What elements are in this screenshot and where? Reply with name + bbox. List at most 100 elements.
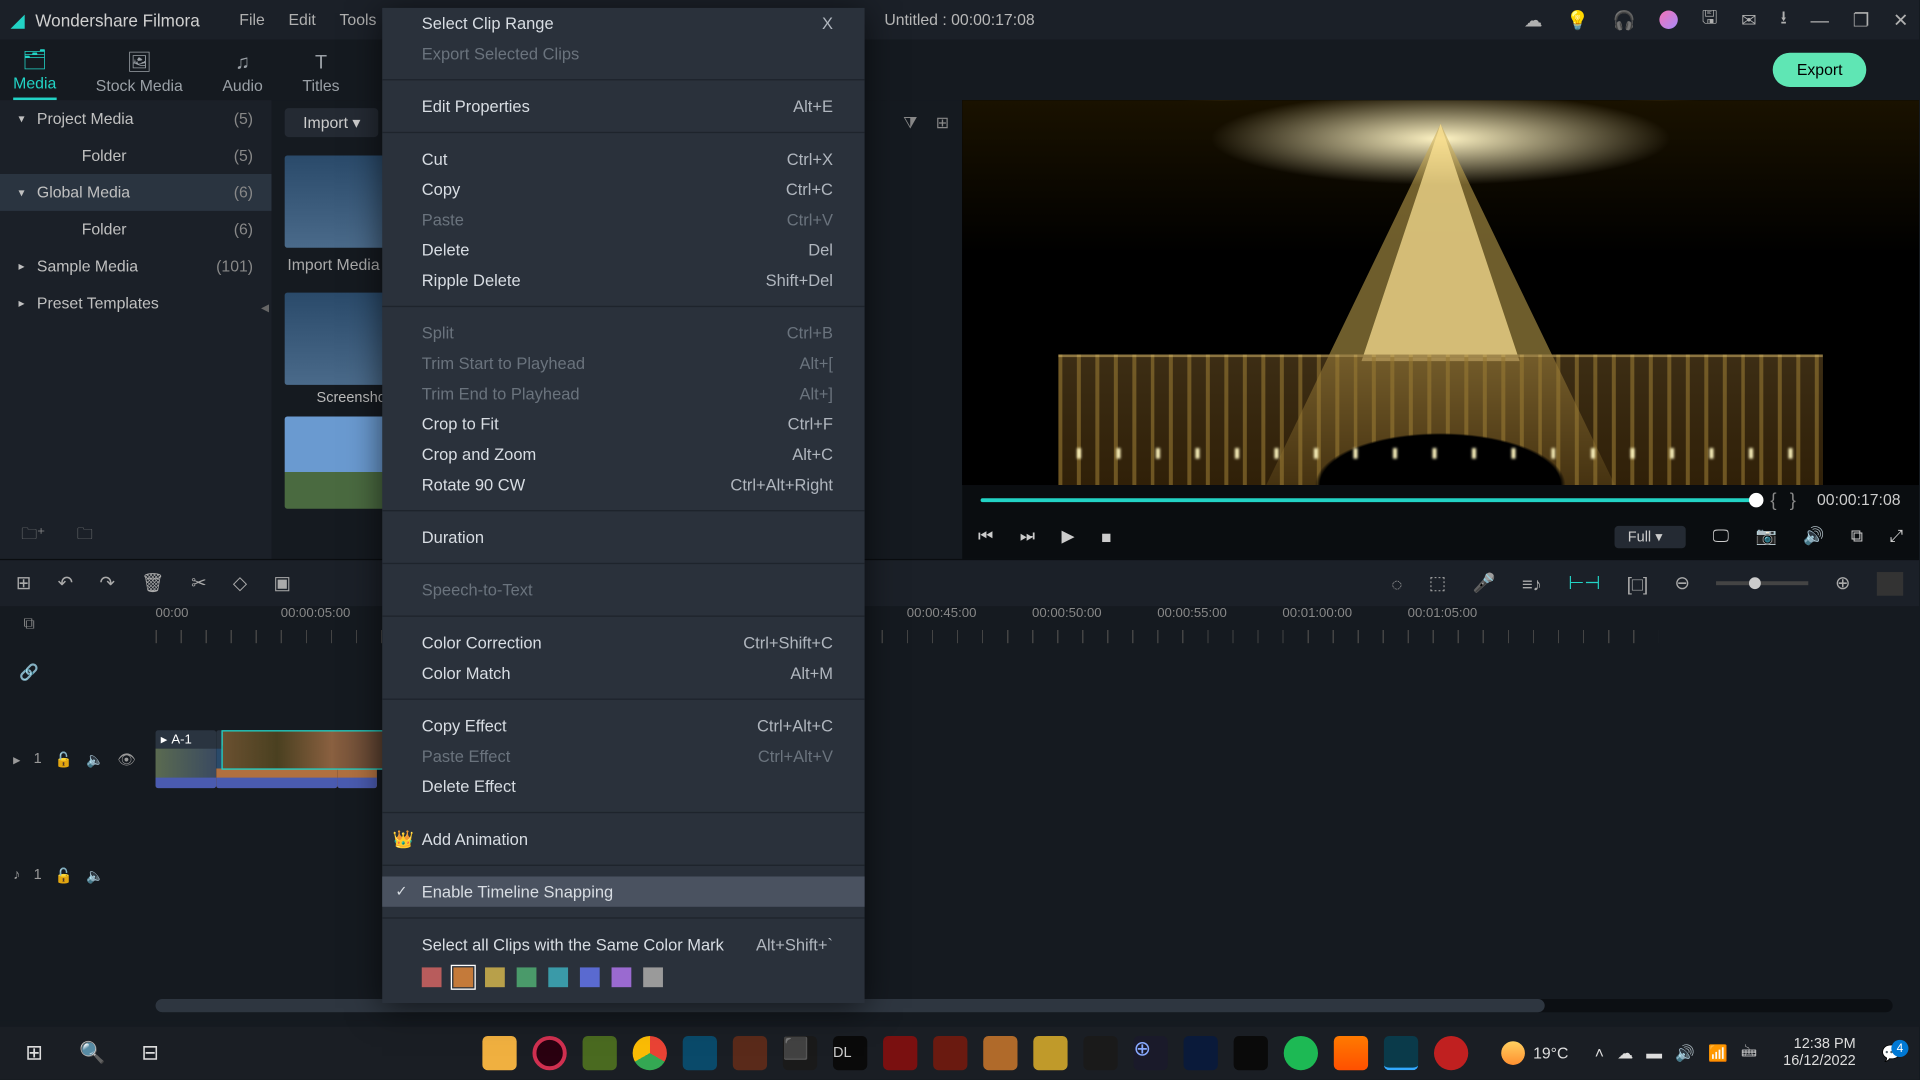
preview-zoom-select[interactable]: Full ▾ [1615, 525, 1687, 547]
support-icon[interactable]: 🎧 [1613, 9, 1636, 31]
color-swatch[interactable] [453, 967, 473, 987]
tray-wifi-icon[interactable]: 📶 [1708, 1044, 1728, 1062]
color-swatch[interactable] [485, 967, 505, 987]
lock-icon[interactable]: 🔓 [55, 751, 73, 768]
crop-icon[interactable]: ▣ [273, 572, 290, 594]
view-grid-icon[interactable]: ⊞ [936, 113, 949, 133]
taskbar-app[interactable] [978, 1027, 1023, 1080]
filter-icon[interactable]: ⧩ [903, 113, 917, 133]
color-swatch[interactable] [643, 967, 663, 987]
menu-item[interactable]: DeleteDel [382, 235, 864, 265]
sidebar-item[interactable]: ▾Project Media(5) [0, 100, 272, 137]
taskbar-app[interactable] [1078, 1027, 1123, 1080]
menu-item[interactable]: Color MatchAlt+M [382, 658, 864, 688]
zoom-in-button[interactable]: ⊕ [1835, 572, 1850, 594]
tab-media[interactable]: 🗂 Media [13, 47, 56, 100]
menu-item[interactable]: Crop to FitCtrl+F [382, 409, 864, 439]
import-dropdown[interactable]: Import ▾ [285, 108, 379, 137]
collapse-left-icon[interactable]: ◂ [261, 298, 269, 316]
new-folder-icon[interactable]: 🗀⁺ [21, 522, 45, 550]
sidebar-item[interactable]: Folder(5) [0, 137, 272, 174]
color-swatch[interactable] [422, 967, 442, 987]
track-manager-icon[interactable]: ⊞ [16, 572, 31, 594]
snapshot-icon[interactable]: 📷 [1755, 526, 1776, 547]
voiceover-icon[interactable]: 🎤 [1473, 572, 1496, 594]
link-clips-icon[interactable]: 🔗 [19, 663, 39, 681]
lock-icon[interactable]: 🔓 [55, 867, 73, 884]
timeline[interactable]: ⧉ 🔗 00:0000:00:05:0000:00:30:0000:00:35:… [0, 606, 1919, 1020]
taskbar-clock[interactable]: 12:38 PM 16/12/2022 [1773, 1036, 1867, 1071]
color-swatch[interactable] [548, 967, 568, 987]
export-button[interactable]: Export [1773, 53, 1866, 87]
sidebar-item[interactable]: ▾Global Media(6) [0, 174, 272, 211]
render-icon[interactable]: ◌ [1391, 573, 1402, 594]
notifications-button[interactable]: 💬 4 [1872, 1044, 1912, 1062]
timeline-clip[interactable]: ▸A-1 [156, 730, 217, 788]
playback-scrubber[interactable] [981, 498, 1758, 502]
menu-item[interactable]: Duration [382, 522, 864, 552]
taskbar-app-nvidia[interactable] [577, 1027, 622, 1080]
prev-frame-button[interactable]: ⏮ [978, 526, 993, 547]
open-folder-icon[interactable]: 🗀 [77, 522, 93, 550]
menu-file[interactable]: File [239, 11, 264, 29]
taskbar-app-explorer[interactable] [477, 1027, 522, 1080]
menu-item[interactable]: Delete Effect [382, 771, 864, 801]
volume-icon[interactable]: 🔊 [1803, 526, 1824, 547]
menu-item[interactable]: ✓Enable Timeline Snapping [382, 876, 864, 906]
taskbar-app-filmora[interactable] [1379, 1027, 1424, 1080]
tips-icon[interactable]: 💡 [1566, 9, 1589, 31]
taskbar-app[interactable]: ⊕ [1128, 1027, 1173, 1080]
window-minimize-button[interactable]: — [1811, 9, 1829, 30]
system-tray[interactable]: ˄ ☁ ▬ 🔊 📶 🖮 [1584, 1039, 1767, 1067]
tray-chevron-icon[interactable]: ˄ [1595, 1044, 1604, 1062]
taskbar-app[interactable] [728, 1027, 773, 1080]
time-ruler[interactable]: 00:0000:00:05:0000:00:30:0000:00:35:0000… [0, 606, 1919, 643]
play-button[interactable]: ▶ [1062, 526, 1075, 547]
display-icon[interactable]: 🖵 [1713, 526, 1730, 547]
menu-item[interactable]: CutCtrl+X [382, 144, 864, 174]
stop-button[interactable]: ■ [1101, 527, 1111, 547]
mark-icon[interactable]: ⬚ [1429, 572, 1446, 594]
menu-item[interactable]: Ripple DeleteShift+Del [382, 265, 864, 295]
sidebar-item[interactable]: Folder(6) [0, 211, 272, 248]
record-indicator[interactable] [1877, 571, 1903, 595]
timeline-clip-selected[interactable] [221, 730, 387, 770]
color-swatch[interactable] [517, 967, 537, 987]
redo-button[interactable]: ↷ [99, 572, 114, 594]
menu-item[interactable]: Copy EffectCtrl+Alt+C [382, 710, 864, 740]
visibility-icon[interactable]: 👁 [117, 751, 135, 768]
undo-button[interactable]: ↶ [58, 572, 73, 594]
tray-battery-icon[interactable]: ▬ [1646, 1044, 1662, 1062]
taskbar-app-opera[interactable] [527, 1027, 572, 1080]
menu-item[interactable]: Rotate 90 CWCtrl+Alt+Right [382, 469, 864, 499]
account-avatar-icon[interactable] [1660, 11, 1678, 29]
color-swatch[interactable] [612, 967, 632, 987]
menu-item[interactable]: 👑Add Animation [382, 824, 864, 854]
menu-item[interactable]: Edit PropertiesAlt+E [382, 91, 864, 121]
download-icon[interactable]: ⭳ [1780, 4, 1786, 36]
zoom-out-button[interactable]: ⊖ [1675, 572, 1690, 594]
mark-in-button[interactable]: { [1770, 489, 1776, 510]
task-view-button[interactable]: ⊟ [124, 1027, 177, 1080]
taskbar-app-chrome[interactable] [627, 1027, 672, 1080]
tray-onedrive-icon[interactable]: ☁ [1617, 1044, 1633, 1062]
tab-titles[interactable]: T Titles [302, 51, 339, 100]
menu-item[interactable]: CopyCtrl+C [382, 174, 864, 204]
menu-item[interactable]: Select all Clips with the Same Color Mar… [382, 929, 864, 959]
mute-icon[interactable]: 🔈 [86, 751, 104, 768]
menu-edit[interactable]: Edit [288, 11, 315, 29]
menu-item[interactable]: Crop and ZoomAlt+C [382, 439, 864, 469]
taskbar-app[interactable] [928, 1027, 973, 1080]
sidebar-item[interactable]: ▸Preset Templates [0, 285, 272, 322]
menu-item[interactable]: Color CorrectionCtrl+Shift+C [382, 627, 864, 657]
mark-out-button[interactable]: } [1790, 489, 1796, 510]
start-button[interactable]: ⊞ [8, 1027, 61, 1080]
marker-icon[interactable]: ◇ [233, 572, 247, 594]
taskbar-app-spotify[interactable] [1278, 1027, 1323, 1080]
zoom-slider[interactable] [1716, 581, 1808, 585]
taskbar-app[interactable] [1228, 1027, 1273, 1080]
step-forward-button[interactable]: ⏭̵ [1020, 526, 1035, 547]
mute-icon[interactable]: 🔈 [86, 867, 104, 884]
taskbar-app[interactable] [1429, 1027, 1474, 1080]
window-close-button[interactable]: ✕ [1893, 9, 1908, 31]
